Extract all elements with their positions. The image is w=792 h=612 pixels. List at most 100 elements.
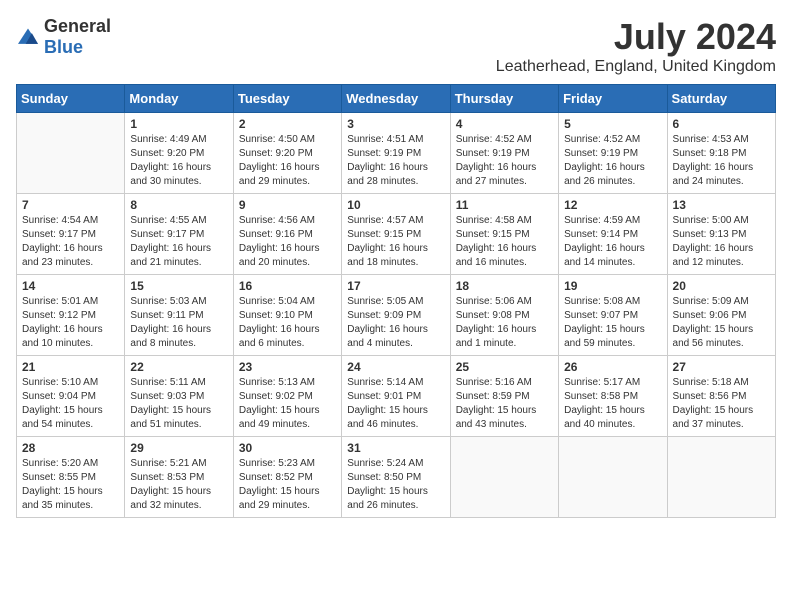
month-year: July 2024 — [496, 16, 776, 58]
day-number: 29 — [130, 441, 227, 455]
day-number: 18 — [456, 279, 553, 293]
table-row: 26 Sunrise: 5:17 AMSunset: 8:58 PMDayligh… — [559, 356, 667, 437]
day-info: Sunrise: 5:14 AMSunset: 9:01 PMDaylight:… — [347, 376, 444, 432]
table-row — [17, 113, 125, 194]
table-row: 6 Sunrise: 4:53 AMSunset: 9:18 PMDaylight… — [667, 113, 775, 194]
table-row: 12Sunrise: 4:59 AMSunset: 9:14 PMDayligh… — [559, 194, 667, 275]
day-info: Sunrise: 5:24 AMSunset: 8:50 PMDaylight:… — [347, 457, 444, 513]
title-area: July 2024 Leatherhead, England, United K… — [496, 16, 776, 76]
day-number: 10 — [347, 198, 444, 212]
table-row: 7 Sunrise: 4:54 AMSunset: 9:17 PMDaylight… — [17, 194, 125, 275]
col-friday: Friday — [559, 85, 667, 113]
day-info: Sunrise: 5:20 AMSunset: 8:55 PMDaylight:… — [22, 457, 119, 513]
table-row — [667, 437, 775, 518]
day-info: Sunrise: 4:55 AMSunset: 9:17 PMDaylight:… — [130, 214, 227, 270]
page-header: General Blue July 2024 Leatherhead, Engl… — [16, 16, 776, 76]
day-number: 27 — [673, 360, 770, 374]
day-info: Sunrise: 5:13 AMSunset: 9:02 PMDaylight:… — [239, 376, 336, 432]
col-monday: Monday — [125, 85, 233, 113]
calendar-header-row: Sunday Monday Tuesday Wednesday Thursday… — [17, 85, 776, 113]
table-row: 20 Sunrise: 5:09 AMSunset: 9:06 PMDayligh… — [667, 275, 775, 356]
day-info: Sunrise: 4:56 AMSunset: 9:16 PMDaylight:… — [239, 214, 336, 270]
table-row: 22Sunrise: 5:11 AMSunset: 9:03 PMDayligh… — [125, 356, 233, 437]
day-number: 14 — [22, 279, 119, 293]
day-info: Sunrise: 5:06 AMSunset: 9:08 PMDaylight:… — [456, 295, 553, 351]
day-number: 7 — [22, 198, 119, 212]
col-wednesday: Wednesday — [342, 85, 450, 113]
day-info: Sunrise: 5:09 AMSunset: 9:06 PMDaylight:… — [673, 295, 770, 351]
day-info: Sunrise: 4:50 AMSunset: 9:20 PMDaylight:… — [239, 133, 336, 189]
day-number: 21 — [22, 360, 119, 374]
table-row: 25Sunrise: 5:16 AMSunset: 8:59 PMDayligh… — [450, 356, 558, 437]
table-row: 17Sunrise: 5:05 AMSunset: 9:09 PMDayligh… — [342, 275, 450, 356]
day-info: Sunrise: 5:10 AMSunset: 9:04 PMDaylight:… — [22, 376, 119, 432]
day-info: Sunrise: 4:53 AMSunset: 9:18 PMDaylight:… — [673, 133, 770, 189]
calendar-week-row: 21 Sunrise: 5:10 AMSunset: 9:04 PMDayligh… — [17, 356, 776, 437]
logo-icon — [16, 27, 40, 47]
day-number: 3 — [347, 117, 444, 131]
location: Leatherhead, England, United Kingdom — [496, 58, 776, 76]
table-row: 28 Sunrise: 5:20 AMSunset: 8:55 PMDayligh… — [17, 437, 125, 518]
table-row: 24Sunrise: 5:14 AMSunset: 9:01 PMDayligh… — [342, 356, 450, 437]
day-info: Sunrise: 4:52 AMSunset: 9:19 PMDaylight:… — [564, 133, 661, 189]
table-row: 8 Sunrise: 4:55 AMSunset: 9:17 PMDaylight… — [125, 194, 233, 275]
table-row: 4Sunrise: 4:52 AMSunset: 9:19 PMDaylight… — [450, 113, 558, 194]
day-number: 13 — [673, 198, 770, 212]
table-row: 15 Sunrise: 5:03 AMSunset: 9:11 PMDayligh… — [125, 275, 233, 356]
day-number: 20 — [673, 279, 770, 293]
day-info: Sunrise: 4:51 AMSunset: 9:19 PMDaylight:… — [347, 133, 444, 189]
calendar-week-row: 14 Sunrise: 5:01 AMSunset: 9:12 PMDayligh… — [17, 275, 776, 356]
logo-blue: Blue — [44, 37, 83, 57]
day-info: Sunrise: 5:18 AMSunset: 8:56 PMDaylight:… — [673, 376, 770, 432]
calendar-week-row: 28 Sunrise: 5:20 AMSunset: 8:55 PMDayligh… — [17, 437, 776, 518]
table-row: 31 Sunrise: 5:24 AMSunset: 8:50 PMDayligh… — [342, 437, 450, 518]
day-info: Sunrise: 5:01 AMSunset: 9:12 PMDaylight:… — [22, 295, 119, 351]
day-number: 22 — [130, 360, 227, 374]
col-saturday: Saturday — [667, 85, 775, 113]
logo-text: General Blue — [44, 16, 111, 58]
day-number: 5 — [564, 117, 661, 131]
table-row: 27 Sunrise: 5:18 AMSunset: 8:56 PMDayligh… — [667, 356, 775, 437]
calendar-week-row: 7 Sunrise: 4:54 AMSunset: 9:17 PMDaylight… — [17, 194, 776, 275]
table-row: 30Sunrise: 5:23 AMSunset: 8:52 PMDayligh… — [233, 437, 341, 518]
table-row: 13 Sunrise: 5:00 AMSunset: 9:13 PMDayligh… — [667, 194, 775, 275]
table-row: 16 Sunrise: 5:04 AMSunset: 9:10 PMDayligh… — [233, 275, 341, 356]
table-row: 9Sunrise: 4:56 AMSunset: 9:16 PMDaylight… — [233, 194, 341, 275]
table-row: 19 Sunrise: 5:08 AMSunset: 9:07 PMDayligh… — [559, 275, 667, 356]
table-row: 18 Sunrise: 5:06 AMSunset: 9:08 PMDayligh… — [450, 275, 558, 356]
day-number: 15 — [130, 279, 227, 293]
day-info: Sunrise: 5:17 AMSunset: 8:58 PMDaylight:… — [564, 376, 661, 432]
day-number: 8 — [130, 198, 227, 212]
day-info: Sunrise: 5:21 AMSunset: 8:53 PMDaylight:… — [130, 457, 227, 513]
day-number: 19 — [564, 279, 661, 293]
day-info: Sunrise: 4:49 AMSunset: 9:20 PMDaylight:… — [130, 133, 227, 189]
day-info: Sunrise: 4:59 AMSunset: 9:14 PMDaylight:… — [564, 214, 661, 270]
table-row: 1Sunrise: 4:49 AMSunset: 9:20 PMDaylight… — [125, 113, 233, 194]
day-info: Sunrise: 5:23 AMSunset: 8:52 PMDaylight:… — [239, 457, 336, 513]
logo-general: General — [44, 16, 111, 36]
day-info: Sunrise: 5:04 AMSunset: 9:10 PMDaylight:… — [239, 295, 336, 351]
day-info: Sunrise: 4:52 AMSunset: 9:19 PMDaylight:… — [456, 133, 553, 189]
table-row: 3 Sunrise: 4:51 AMSunset: 9:19 PMDaylight… — [342, 113, 450, 194]
day-info: Sunrise: 5:08 AMSunset: 9:07 PMDaylight:… — [564, 295, 661, 351]
table-row: 29 Sunrise: 5:21 AMSunset: 8:53 PMDayligh… — [125, 437, 233, 518]
day-number: 31 — [347, 441, 444, 455]
table-row — [559, 437, 667, 518]
logo: General Blue — [16, 16, 111, 58]
table-row: 23Sunrise: 5:13 AMSunset: 9:02 PMDayligh… — [233, 356, 341, 437]
day-number: 16 — [239, 279, 336, 293]
day-info: Sunrise: 5:00 AMSunset: 9:13 PMDaylight:… — [673, 214, 770, 270]
day-number: 28 — [22, 441, 119, 455]
day-info: Sunrise: 4:57 AMSunset: 9:15 PMDaylight:… — [347, 214, 444, 270]
day-info: Sunrise: 5:03 AMSunset: 9:11 PMDaylight:… — [130, 295, 227, 351]
table-row: 14 Sunrise: 5:01 AMSunset: 9:12 PMDayligh… — [17, 275, 125, 356]
day-info: Sunrise: 4:54 AMSunset: 9:17 PMDaylight:… — [22, 214, 119, 270]
day-info: Sunrise: 5:16 AMSunset: 8:59 PMDaylight:… — [456, 376, 553, 432]
table-row: 2 Sunrise: 4:50 AMSunset: 9:20 PMDaylight… — [233, 113, 341, 194]
col-tuesday: Tuesday — [233, 85, 341, 113]
col-thursday: Thursday — [450, 85, 558, 113]
day-number: 2 — [239, 117, 336, 131]
table-row: 21 Sunrise: 5:10 AMSunset: 9:04 PMDayligh… — [17, 356, 125, 437]
day-number: 26 — [564, 360, 661, 374]
day-number: 6 — [673, 117, 770, 131]
